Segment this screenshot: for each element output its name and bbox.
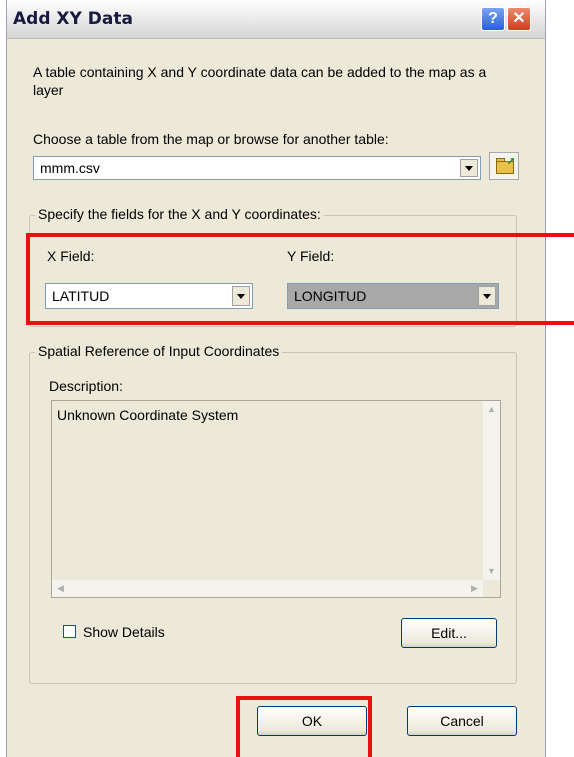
scroll-right-icon[interactable]: ▶ [467, 581, 482, 596]
x-field-select[interactable]: LATITUD [45, 283, 253, 309]
y-field-label: Y Field: [287, 248, 335, 264]
chevron-down-icon [483, 293, 491, 299]
fields-groupbox [29, 215, 517, 327]
x-field-value: LATITUD [52, 288, 110, 304]
browse-button[interactable]: ➚ [489, 152, 519, 180]
scroll-down-icon[interactable]: ▼ [484, 564, 499, 579]
horizontal-scrollbar[interactable]: ◀ ▶ [52, 580, 483, 597]
x-field-label: X Field: [47, 248, 95, 264]
chevron-down-icon [465, 165, 473, 171]
scroll-up-icon[interactable]: ▲ [484, 402, 499, 417]
table-combo-value: mmm.csv [40, 160, 100, 176]
table-combo-dropdown-button[interactable] [460, 159, 478, 177]
window-title: Add XY Data [13, 9, 133, 29]
y-field-dropdown-button[interactable] [478, 286, 496, 306]
close-button[interactable]: ✕ [507, 7, 531, 31]
x-field-dropdown-button[interactable] [232, 286, 250, 306]
intro-text: A table containing X and Y coordinate da… [33, 64, 487, 98]
scroll-left-icon[interactable]: ◀ [53, 581, 68, 596]
ok-button[interactable]: OK [257, 706, 367, 736]
y-field-value: LONGITUD [294, 288, 367, 304]
help-button[interactable]: ? [481, 7, 505, 31]
edit-button[interactable]: Edit... [401, 618, 497, 648]
title-bar: Add XY Data ? ✕ [7, 0, 545, 39]
scroll-corner [483, 580, 500, 597]
y-field-select[interactable]: LONGITUD [287, 283, 499, 309]
chevron-down-icon [237, 293, 245, 299]
show-details-label[interactable]: Show Details [83, 623, 165, 641]
fields-group-legend: Specify the fields for the X and Y coord… [35, 205, 324, 223]
table-prompt-label: Choose a table from the map or browse fo… [33, 131, 389, 147]
show-details-checkbox[interactable] [63, 625, 76, 638]
spatial-reference-legend: Spatial Reference of Input Coordinates [35, 342, 283, 360]
cancel-button[interactable]: Cancel [407, 706, 517, 736]
vertical-scrollbar[interactable]: ▲ ▼ [483, 401, 500, 580]
table-combo[interactable]: mmm.csv [33, 156, 481, 180]
description-label: Description: [49, 378, 123, 394]
description-textarea[interactable]: Unknown Coordinate System ▲ ▼ ◀ ▶ [51, 400, 501, 598]
add-xy-data-dialog: Add XY Data ? ✕ A table containing X and… [6, 0, 546, 757]
description-text: Unknown Coordinate System [57, 407, 239, 423]
